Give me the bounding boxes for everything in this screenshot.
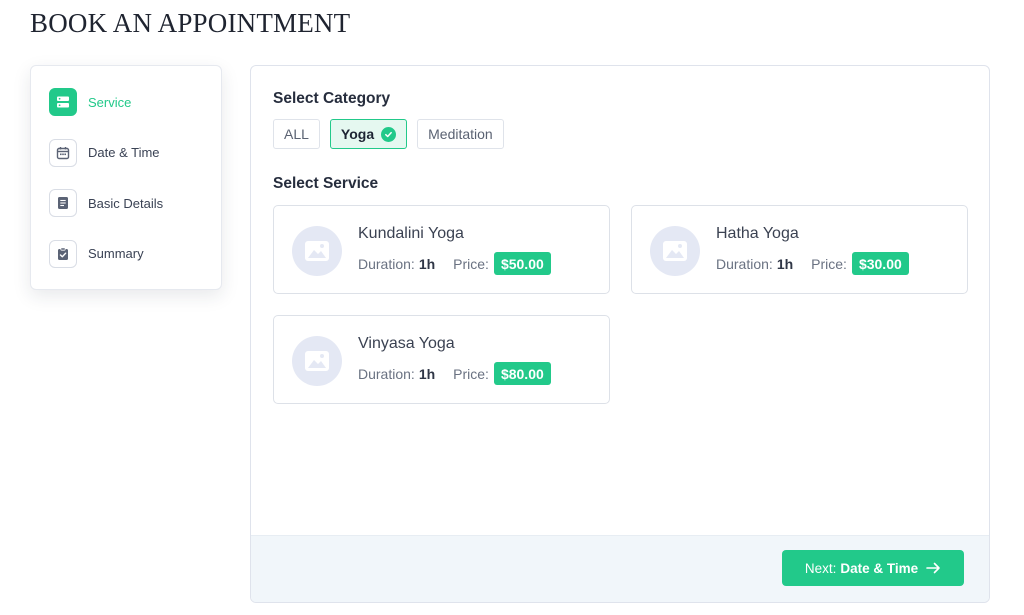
- service-card-kundalini-yoga[interactable]: Kundalini Yoga Duration: 1h Price: $50.0…: [273, 205, 610, 294]
- step-label: Basic Details: [88, 195, 164, 211]
- category-yoga[interactable]: Yoga: [329, 119, 408, 149]
- select-service-title: Select Service: [273, 175, 379, 192]
- calendar-icon: [49, 138, 77, 167]
- service-name: Kundalini Yoga: [358, 225, 464, 242]
- next-button[interactable]: Next: Date & Time: [782, 550, 964, 586]
- category-filter: ALL Yoga Meditation: [273, 119, 504, 149]
- service-card-vinyasa-yoga[interactable]: Vinyasa Yoga Duration: 1h Price: $80.00: [273, 315, 610, 404]
- check-circle-icon: [381, 126, 397, 142]
- duration-label: Duration:: [358, 365, 415, 382]
- price-badge: $30.00: [851, 252, 909, 275]
- duration-value: 1h: [776, 255, 794, 272]
- server-icon: [49, 88, 77, 116]
- price-badge: $50.00: [493, 252, 551, 275]
- service-meta: Duration: 1h Price: $80.00: [358, 362, 551, 385]
- price-badge: $80.00: [493, 362, 551, 385]
- clipboard-check-icon: [49, 239, 77, 268]
- step-label: Date & Time: [88, 145, 160, 160]
- service-name: Vinyasa Yoga: [358, 335, 455, 352]
- steps-sidebar: Service Date & Time Basic Details Summar…: [30, 65, 222, 290]
- duration-label: Duration:: [716, 255, 773, 272]
- image-placeholder-icon: [292, 336, 342, 386]
- category-label: Yoga: [340, 126, 375, 142]
- image-placeholder-icon: [292, 226, 342, 276]
- category-label: Meditation: [428, 126, 493, 142]
- step-date-time[interactable]: Date & Time: [49, 138, 203, 168]
- duration-value: 1h: [418, 255, 436, 272]
- price-label: Price:: [453, 365, 489, 382]
- step-label: Summary: [88, 246, 144, 261]
- next-prefix: Next:: [804, 560, 837, 576]
- step-service[interactable]: Service: [49, 87, 203, 117]
- service-card-hatha-yoga[interactable]: Hatha Yoga Duration: 1h Price: $30.00: [631, 205, 968, 294]
- image-placeholder-icon: [650, 226, 700, 276]
- category-all[interactable]: ALL: [273, 119, 320, 149]
- category-label: ALL: [284, 126, 309, 142]
- service-meta: Duration: 1h Price: $30.00: [716, 252, 909, 275]
- service-name: Hatha Yoga: [716, 225, 799, 242]
- booking-panel: Select Category ALL Yoga Meditation Sele…: [250, 65, 990, 603]
- duration-value: 1h: [418, 365, 436, 382]
- document-icon: [49, 189, 77, 217]
- price-label: Price:: [453, 255, 489, 272]
- duration-label: Duration:: [358, 255, 415, 272]
- price-label: Price:: [811, 255, 847, 272]
- select-category-title: Select Category: [273, 90, 391, 107]
- step-label: Service: [88, 94, 132, 110]
- step-summary[interactable]: Summary: [49, 239, 203, 269]
- arrow-right-icon: [926, 562, 941, 574]
- service-meta: Duration: 1h Price: $50.00: [358, 252, 551, 275]
- category-meditation[interactable]: Meditation: [417, 119, 504, 149]
- step-basic-details[interactable]: Basic Details: [49, 188, 203, 218]
- panel-footer: Next: Date & Time: [251, 535, 989, 602]
- next-target: Date & Time: [840, 560, 919, 576]
- page-title: BOOK AN APPOINTMENT: [30, 8, 351, 38]
